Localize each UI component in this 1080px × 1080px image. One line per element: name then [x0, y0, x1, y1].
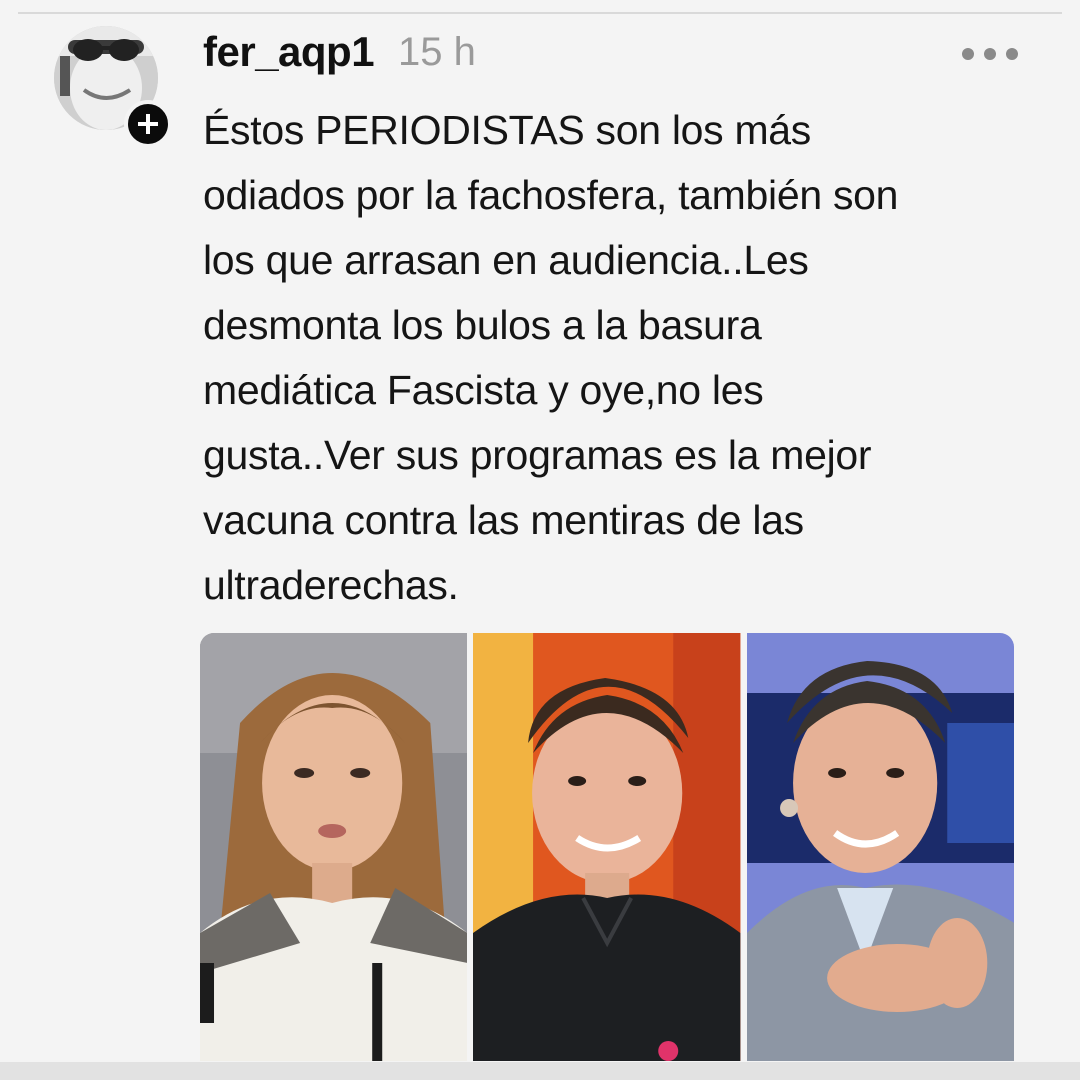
photo-woman[interactable]	[200, 633, 468, 1061]
bottom-divider	[0, 1062, 1080, 1080]
post-text-line: Éstos PERIODISTAS son los más	[203, 107, 812, 153]
post-text-line: vacuna contra las mentiras de las	[203, 497, 804, 543]
post-text-line: odiados por la fachosfera, también son	[203, 172, 899, 218]
photo-man-center[interactable]	[473, 633, 741, 1061]
plus-icon	[138, 114, 158, 134]
post-text-line: desmonta los bulos a la basura	[203, 302, 762, 348]
post-text: Éstos PERIODISTAS son los más odiados po…	[203, 98, 1033, 618]
more-dot	[1006, 48, 1018, 60]
follow-button[interactable]	[124, 100, 172, 148]
post-text-line: gusta..Ver sus programas es la mejor	[203, 432, 872, 478]
post-text-line: ultraderechas.	[203, 562, 459, 608]
post-media-collage[interactable]	[200, 633, 1014, 1061]
timestamp: 15 h	[398, 30, 476, 74]
photo-man-right[interactable]	[746, 633, 1014, 1061]
post-text-line: mediática Fascista y oye,no les	[203, 367, 764, 413]
post-text-line: los que arrasan en audiencia..Les	[203, 237, 809, 283]
more-dot	[962, 48, 974, 60]
top-divider	[18, 12, 1062, 14]
more-horizontal-icon[interactable]	[962, 46, 1018, 62]
man-portrait-image	[473, 633, 741, 1061]
more-dot	[984, 48, 996, 60]
woman-portrait-image	[200, 633, 468, 1061]
man-portrait-gesturing-image	[746, 633, 1014, 1061]
username[interactable]: fer_aqp1	[203, 28, 375, 76]
